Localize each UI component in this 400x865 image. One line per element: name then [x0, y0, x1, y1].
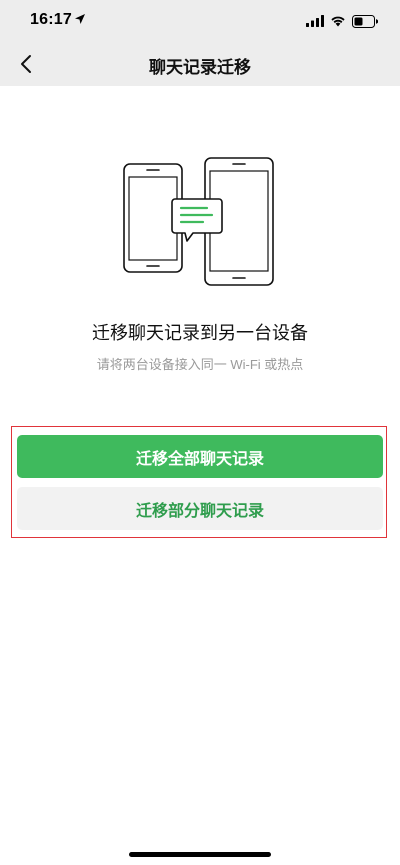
instruction-text: 请将两台设备接入同一 Wi-Fi 或热点 — [96, 357, 304, 372]
status-indicators — [306, 13, 378, 29]
screen: 16:17 聊天记录迁移 迁移聊天记录到另一台设备 请将两台设备接入同一 Wi-… — [0, 0, 400, 865]
home-indicator[interactable] — [129, 852, 271, 857]
wifi-icon — [331, 16, 345, 27]
migrate-all-button[interactable]: 迁移全部聊天记录 — [17, 435, 383, 478]
phone-to-tablet-transfer-icon — [123, 157, 274, 286]
battery-icon — [352, 14, 378, 28]
location-arrow-icon — [75, 14, 85, 24]
status-time: 16:17 — [30, 11, 72, 28]
headline: 迁移聊天记录到另一台设备 — [92, 323, 308, 343]
page-title: 聊天记录迁移 — [149, 58, 251, 77]
migrate-partial-button[interactable]: 迁移部分聊天记录 — [17, 487, 383, 530]
cellular-signal-icon — [306, 15, 324, 27]
nav-bar: 聊天记录迁移 — [0, 42, 400, 86]
status-bar: 16:17 — [0, 0, 400, 42]
